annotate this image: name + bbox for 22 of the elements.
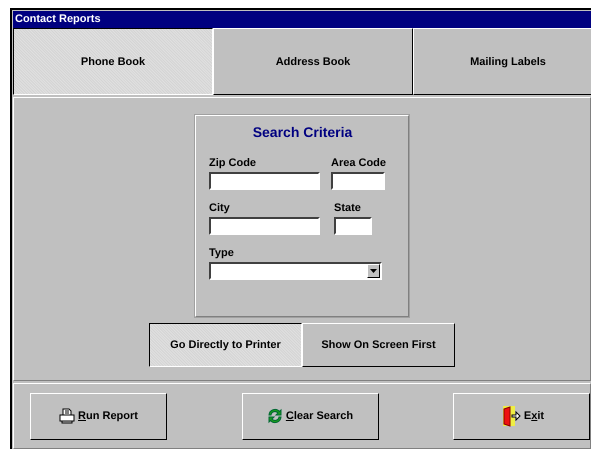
- tab[interactable]: Address Book: [213, 28, 413, 95]
- dropdown-field[interactable]: [209, 262, 382, 280]
- option-button[interactable]: Show On Screen First: [302, 323, 455, 367]
- text-field[interactable]: [209, 172, 320, 190]
- action-button[interactable]: Run Report: [30, 392, 167, 440]
- text-field[interactable]: [209, 217, 320, 235]
- tab[interactable]: Mailing Labels: [413, 28, 591, 95]
- action-button[interactable]: Exit: [453, 392, 590, 440]
- field-label: City: [209, 202, 231, 214]
- field-label: Area Code: [331, 157, 388, 169]
- text-field[interactable]: [331, 172, 385, 190]
- action-button[interactable]: Clear Search: [242, 392, 378, 440]
- option-button[interactable]: Go Directly to Printer: [149, 323, 302, 367]
- window-title: Contact Reports: [13, 11, 591, 28]
- group-title: Search Criteria: [252, 124, 354, 140]
- refresh-icon: [266, 408, 283, 424]
- printer-icon: [59, 408, 76, 424]
- tab[interactable]: Phone Book: [13, 28, 213, 95]
- text-field[interactable]: [334, 217, 372, 235]
- field-label: Type: [209, 247, 235, 259]
- field-label: State: [334, 202, 362, 214]
- field-label: Zip Code: [209, 157, 258, 169]
